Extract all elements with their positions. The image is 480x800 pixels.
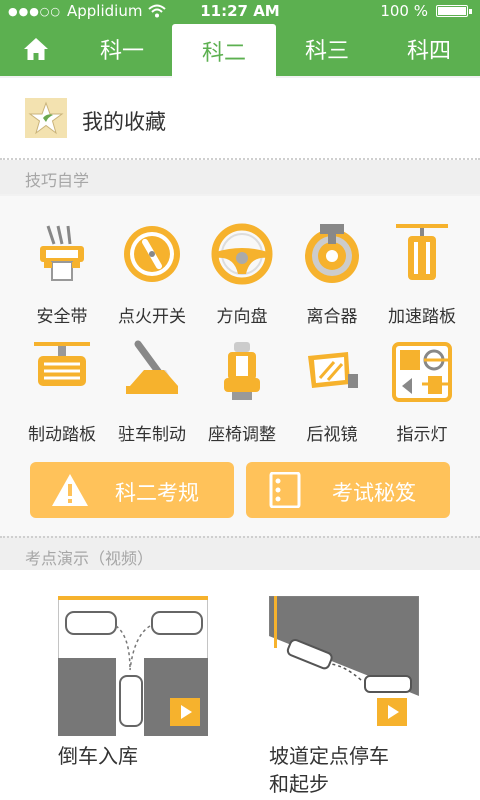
item-label: 座椅调整 xyxy=(208,425,276,445)
item-seatbelt[interactable]: 安全带 xyxy=(16,222,108,327)
section-title: 技巧自学 xyxy=(25,171,90,190)
item-label: 方向盘 xyxy=(216,307,268,327)
indicator-lights-icon xyxy=(392,342,452,402)
tab-subject-1[interactable]: 科一 xyxy=(72,22,172,76)
battery-icon xyxy=(436,5,472,17)
item-label: 制动踏板 xyxy=(28,425,96,445)
item-accelerator-pedal[interactable]: 加速踏板 xyxy=(376,222,468,327)
exam-tips-label: 考试秘笈 xyxy=(332,481,416,505)
item-seat-adjust[interactable]: 座椅调整 xyxy=(196,340,288,445)
item-brake-pedal[interactable]: 制动踏板 xyxy=(16,340,108,445)
item-label: 驻车制动 xyxy=(118,425,186,445)
video-card-hill-start[interactable] xyxy=(269,596,419,736)
exam-tips-button[interactable]: 考试秘笈 xyxy=(246,462,450,518)
exam-rules-label: 科二考规 xyxy=(115,481,199,505)
item-label: 后视镜 xyxy=(306,425,358,445)
item-steering-wheel[interactable]: 方向盘 xyxy=(196,222,288,327)
item-label: 安全带 xyxy=(36,307,88,327)
item-indicator-lights[interactable]: 指示灯 xyxy=(376,340,468,445)
item-parking-brake[interactable]: 驻车制动 xyxy=(106,340,198,445)
favorites-row[interactable] xyxy=(0,78,480,160)
section-header-self-study: 技巧自学 xyxy=(0,160,480,194)
play-icon xyxy=(170,698,200,726)
home-icon xyxy=(24,38,48,60)
home-button[interactable] xyxy=(0,22,72,76)
video-card-reverse-parking[interactable] xyxy=(58,596,208,736)
video-title: 坡道定点停车 和起步 xyxy=(269,742,389,798)
warning-icon xyxy=(52,474,88,506)
status-bar: ●●●○○ Applidium 11:27 AM 100 % xyxy=(0,0,480,22)
notebook-icon xyxy=(269,472,301,508)
ignition-switch-icon xyxy=(124,226,180,282)
video-title: 倒车入库 xyxy=(58,744,138,768)
item-label: 点火开关 xyxy=(118,307,186,327)
seatbelt-icon xyxy=(40,225,84,281)
tab-subject-3[interactable]: 科三 xyxy=(276,22,378,76)
item-label: 离合器 xyxy=(306,307,358,327)
exam-rules-button[interactable]: 科二考规 xyxy=(30,462,234,518)
star-badge-icon xyxy=(25,98,67,138)
clutch-icon xyxy=(305,224,359,283)
section-header-videos: 考点演示（视频） xyxy=(0,538,480,572)
video-title-line: 坡道定点停车 xyxy=(269,744,389,768)
tab-subject-4[interactable]: 科四 xyxy=(378,22,480,76)
subject-tab-bar: 科一 科二 科三 科四 xyxy=(0,22,480,78)
parking-brake-icon xyxy=(126,340,178,394)
section-title: 考点演示（视频） xyxy=(25,549,154,568)
brake-pedal-icon xyxy=(34,342,90,386)
rearview-mirror-icon xyxy=(308,352,358,388)
item-rearview-mirror[interactable]: 后视镜 xyxy=(286,340,378,445)
battery-percent: 100 % xyxy=(380,2,428,20)
accelerator-pedal-icon xyxy=(396,224,448,280)
favorites-label: 我的收藏 xyxy=(82,110,166,134)
seat-adjust-icon xyxy=(224,342,260,400)
steering-wheel-icon xyxy=(211,223,273,285)
item-clutch[interactable]: 离合器 xyxy=(286,222,378,327)
item-label: 加速踏板 xyxy=(388,307,456,327)
play-icon xyxy=(377,698,407,726)
item-ignition-switch[interactable]: 点火开关 xyxy=(106,222,198,327)
item-label: 指示灯 xyxy=(396,425,448,445)
video-title-line: 和起步 xyxy=(269,772,329,796)
tab-subject-2[interactable]: 科二 xyxy=(172,24,276,78)
